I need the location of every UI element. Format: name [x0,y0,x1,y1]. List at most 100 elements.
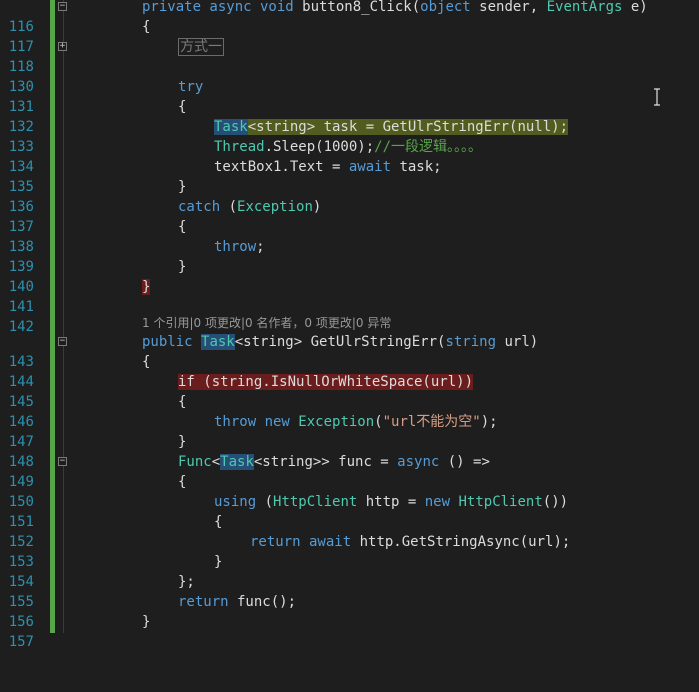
type-name: HttpClient [273,494,358,510]
punctuation: ; [256,239,265,255]
code-line[interactable]: 153 return await http.GetStringAsync(url… [0,532,699,570]
code-line[interactable]: 143 − public Task<string> GetUlrStringEr… [0,332,699,370]
code-line[interactable]: 155 }; [0,572,699,610]
text-cursor-icon [654,88,660,106]
keyword: using [214,494,257,510]
keyword: return [178,594,229,610]
collapsed-region[interactable]: 方式一 [178,38,224,56]
line-number: 157 [8,634,34,650]
punctuation: ( [256,494,274,510]
code-line[interactable]: 144 { [0,352,699,390]
code-line[interactable]: 139 throw; [0,237,699,275]
punctuation: < [211,454,221,470]
code-line[interactable]: 154 } [0,552,699,590]
code-line[interactable]: 136 } [0,177,699,215]
expand-icon[interactable]: + [58,42,67,51]
code-line[interactable]: 150 { [0,472,699,510]
type-name-highlighted: Task [201,334,235,350]
code-line[interactable]: 146 { [0,392,699,430]
collapse-icon[interactable]: − [58,2,67,11]
punctuation: ( [220,199,238,215]
code-line[interactable]: 135 textBox1.Text = await task; [0,157,699,195]
code-line[interactable]: 156 return func(); [0,592,699,630]
code-line[interactable]: 130 [0,57,699,95]
statement: () => [439,454,490,470]
brace: } [178,259,187,275]
code-line[interactable]: 118 + 方式一 [0,37,699,75]
string-literal: "url不能为空" [382,414,481,430]
statement: func(); [228,594,297,610]
brace: } [178,434,187,450]
statement: <string>> func = [253,454,398,470]
brace: { [178,99,187,115]
keyword: catch [178,199,221,215]
keyword: public [142,334,193,350]
code-line[interactable]: 140 } [0,257,699,295]
code-line[interactable]: 157 } [0,612,699,650]
statement: http.GetStringAsync(url); [351,534,571,550]
code-line[interactable]: 131 try [0,77,699,115]
keyword: await [348,159,392,175]
keyword: async [397,454,440,470]
keyword: try [178,79,204,95]
parameter: url) [496,334,539,350]
method-name: button8_Click( [293,0,421,15]
keyword: object [420,0,471,15]
type-name-highlighted: Task [214,119,248,135]
keyword: new [424,494,451,510]
punctuation: ()) [542,494,569,510]
code-line[interactable]: 152 { [0,512,699,550]
type-name: Thread [214,139,265,155]
type-name: HttpClient [458,494,543,510]
code-line[interactable]: 137 catch (Exception) [0,197,699,235]
collapse-icon[interactable]: − [58,457,67,466]
code-line[interactable]: 117 { [0,17,699,55]
punctuation: ( [374,414,383,430]
type-name: Exception [237,199,313,215]
brace-match-highlight: } [142,279,151,295]
keyword: throw [214,239,257,255]
brace: { [214,514,223,530]
type-name: Func [178,454,212,470]
brace: { [142,354,151,370]
brace: { [142,19,151,35]
parameter: e) [622,0,648,15]
punctuation: ) [312,199,322,215]
brace: { [178,394,187,410]
brace: } [178,179,187,195]
comment: //一段逻辑。。。。 [374,139,483,155]
brace: } [214,554,223,570]
codelens-info[interactable]: 1 个引用|0 项更改|0 名作者，0 项更改|0 异常 [142,313,391,333]
statement: .Sleep(1000); [264,139,375,155]
statement: task; [391,159,442,175]
keyword: private async void [142,0,294,15]
brace: }; [178,574,195,590]
code-line[interactable]: 132 { [0,97,699,135]
keyword: string [445,334,497,350]
brace: } [142,614,151,630]
parameter: sender, [470,0,547,15]
code-line[interactable]: 147 throw new Exception("url不能为空"); [0,412,699,450]
type-name-highlighted: Task [220,454,254,470]
code-line[interactable]: 145 if (string.IsNullOrWhiteSpace(url)) [0,372,699,410]
code-line[interactable]: 138 { [0,217,699,255]
code-line[interactable]: 149 − Func<Task<string>> func = async ()… [0,452,699,490]
punctuation: ); [480,414,498,430]
statement: http = [357,494,425,510]
keyword: throw new [214,414,290,430]
code-editor[interactable]: 116 − private async void button8_Click(o… [0,0,699,650]
keyword: return await [250,534,352,550]
code-line[interactable]: 133 Task<string> task = GetUlrStringErr(… [0,117,699,155]
code-line[interactable]: 141 } [0,277,699,315]
code-line[interactable]: 148 } [0,432,699,470]
collapse-icon[interactable]: − [58,337,67,346]
code-line[interactable]: 134 Thread.Sleep(1000);//一段逻辑。。。。 [0,137,699,175]
type-name: Exception [298,414,375,430]
brace: { [178,219,187,235]
code-line[interactable]: 116 − private async void button8_Click(o… [0,0,699,35]
brace: { [178,474,187,490]
error-highlight: if (string.IsNullOrWhiteSpace(url)) [178,374,474,390]
code-line[interactable]: 151 using (HttpClient http = new HttpCli… [0,492,699,530]
current-statement-highlight: <string> task = GetUlrStringErr(null); [247,119,569,135]
method-signature: <string> GetUlrStringErr( [234,334,446,350]
